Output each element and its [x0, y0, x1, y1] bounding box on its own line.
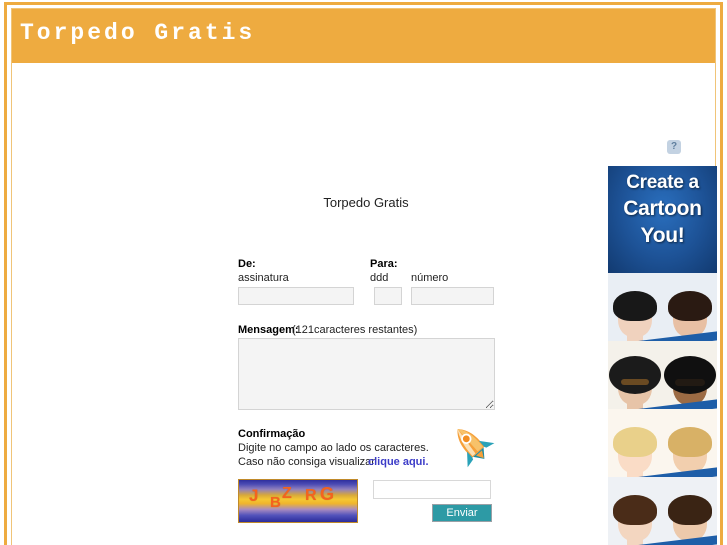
- ad-portrait: [663, 341, 717, 409]
- phone-number-input[interactable]: [411, 287, 494, 305]
- reload-captcha-link[interactable]: clique aqui.: [368, 456, 429, 468]
- confirmation-instruction-1: Digite no campo ao lado os caracteres.: [238, 442, 429, 454]
- ddd-sublabel: ddd: [370, 272, 389, 284]
- ad-portrait: [608, 409, 662, 477]
- signature-input[interactable]: [238, 287, 354, 305]
- site-header: Torpedo Gratis: [12, 9, 715, 63]
- captcha-char: G: [320, 484, 335, 504]
- message-counter: (121caracteres restantes): [292, 324, 418, 336]
- ad-portrait: [608, 341, 662, 409]
- ad-portrait-row: [608, 477, 717, 545]
- ad-headline-line-2: Cartoon: [623, 197, 702, 220]
- ad-portrait-rows: [608, 273, 717, 545]
- ddd-input[interactable]: [374, 287, 402, 305]
- submit-button[interactable]: Enviar: [432, 504, 492, 522]
- captcha-char: B: [270, 494, 281, 511]
- message-textarea[interactable]: [238, 338, 495, 410]
- from-label: De:: [238, 258, 256, 270]
- ad-headline-line-1: Create a: [626, 172, 699, 193]
- ad-portrait-row: [608, 273, 717, 341]
- question-icon[interactable]: ?: [667, 140, 681, 154]
- captcha-image: J B Z R G: [238, 479, 358, 523]
- number-sublabel: número: [411, 272, 449, 284]
- ad-portrait-row: [608, 409, 717, 477]
- captcha-char: J: [249, 486, 259, 505]
- page-title: Torpedo Gratis: [323, 195, 409, 210]
- ad-portrait: [663, 477, 717, 545]
- captcha-char: Z: [282, 485, 292, 502]
- page-root: Torpedo Gratis ? Torpedo Gratis De: assi…: [0, 0, 727, 545]
- captcha-char: R: [305, 487, 317, 504]
- confirmation-instruction-2: Caso não consiga visualizar: [238, 456, 375, 468]
- captcha-input[interactable]: [373, 480, 491, 499]
- ad-headline-line-3: You!: [640, 224, 685, 247]
- to-label: Para:: [370, 258, 398, 270]
- ad-portrait: [663, 273, 717, 341]
- rocket-icon: [457, 429, 495, 468]
- ad-portrait-row: [608, 341, 717, 409]
- ad-portrait: [608, 477, 662, 545]
- advertisement-banner[interactable]: Create a Cartoon You!: [608, 166, 717, 545]
- ad-portrait: [663, 409, 717, 477]
- ad-portrait: [608, 273, 662, 341]
- confirmation-title: Confirmação: [238, 428, 306, 440]
- ad-headline: Create a Cartoon You!: [608, 166, 717, 273]
- message-label: Mensagem:: [238, 324, 299, 336]
- from-sublabel: assinatura: [238, 272, 289, 284]
- site-title: Torpedo Gratis: [20, 20, 256, 46]
